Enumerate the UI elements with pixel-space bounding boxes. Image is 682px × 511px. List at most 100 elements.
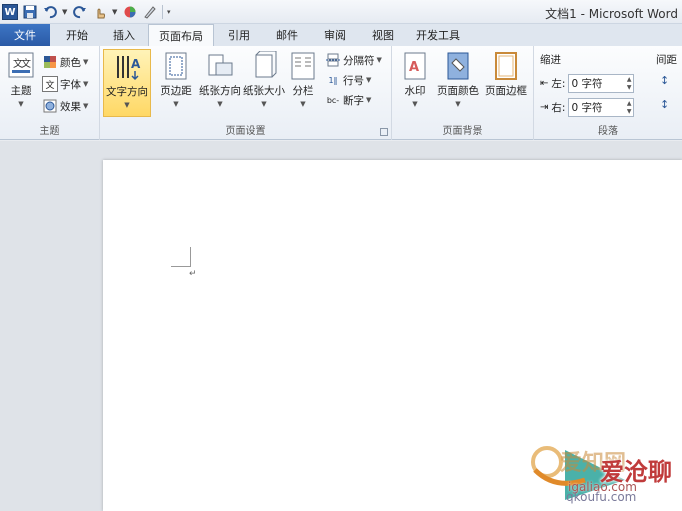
group-page-setup: A 文字方向 ▼ 页边距 ▼ 纸张方向 ▼ 纸张大小 ▼ 分栏 ▼ 分隔符 ▼ xyxy=(100,46,392,140)
margins-dropdown-icon: ▼ xyxy=(173,100,179,108)
columns-button[interactable]: 分栏 ▼ xyxy=(283,49,323,117)
breaks-dropdown-icon: ▼ xyxy=(376,56,382,64)
margins-button[interactable]: 页边距 ▼ xyxy=(153,49,199,117)
svg-text:A: A xyxy=(409,60,419,75)
colors-label: 颜色 xyxy=(60,56,81,69)
effects-icon xyxy=(42,98,58,114)
tab-review[interactable]: 审阅 xyxy=(312,24,358,46)
redo-icon[interactable] xyxy=(72,4,88,20)
tab-references[interactable]: 引用 xyxy=(216,24,262,46)
ribbon-tab-bar: 文件 开始 插入 页面布局 引用 邮件 审阅 视图 开发工具 xyxy=(0,24,682,47)
page-borders-button[interactable]: 页面边框 xyxy=(482,49,530,117)
colors-dropdown-icon: ▼ xyxy=(83,58,89,66)
effects-label: 效果 xyxy=(60,100,81,113)
line-numbers-label: 行号 xyxy=(343,74,364,87)
indent-left-label: 左: xyxy=(551,77,566,90)
tab-mailings[interactable]: 邮件 xyxy=(264,24,310,46)
color-icon[interactable] xyxy=(122,4,138,20)
word-logo-icon[interactable]: W xyxy=(2,4,18,20)
indent-left-input[interactable]: 0 字符 ▲ ▼ xyxy=(568,73,635,93)
orientation-dropdown-icon: ▼ xyxy=(217,100,223,108)
colors-button[interactable]: 颜色 ▼ xyxy=(42,52,88,72)
watermark-dropdown-icon: ▼ xyxy=(412,100,418,108)
text-direction-label: 文字方向 xyxy=(106,86,148,98)
indent-left-value: 0 字符 xyxy=(571,77,603,90)
touch-mode-icon[interactable] xyxy=(92,4,108,20)
toolbar-separator xyxy=(162,5,163,19)
group-theme-label: 主题 xyxy=(39,126,60,137)
group-page-setup-label: 页面设置 xyxy=(225,126,266,137)
themes-button[interactable]: 文文 主题 ▼ xyxy=(2,49,40,117)
svg-text:文: 文 xyxy=(21,57,31,70)
indent-right-input[interactable]: 0 字符 ▲ ▼ xyxy=(568,97,635,117)
themes-dropdown-icon: ▼ xyxy=(18,100,24,108)
indent-left-icon: ⇤ xyxy=(540,77,549,89)
indent-right-icon: ⇥ xyxy=(540,101,549,113)
tab-file[interactable]: 文件 xyxy=(0,24,50,46)
window-title: 文档1 - Microsoft Word xyxy=(545,7,678,21)
hyphenation-dropdown-icon: ▼ xyxy=(366,96,372,104)
size-label: 纸张大小 xyxy=(243,85,285,97)
hyphenation-label: 断字 xyxy=(343,94,364,107)
spacing-before-icon[interactable]: ↕ xyxy=(660,74,669,87)
line-numbers-icon: 1‖ xyxy=(328,75,338,85)
indent-right-spinner-icon[interactable]: ▲ ▼ xyxy=(627,100,632,116)
line-numbers-button[interactable]: 1‖ 行号 ▼ xyxy=(325,70,371,90)
indent-right-value: 0 字符 xyxy=(571,101,603,114)
breaks-label: 分隔符 xyxy=(343,54,375,67)
indent-left-row: ⇤ 左: 0 字符 ▲ ▼ xyxy=(540,72,635,94)
size-button[interactable]: 纸张大小 ▼ xyxy=(241,49,287,117)
breaks-button[interactable]: 分隔符 ▼ xyxy=(325,50,382,70)
text-direction-icon: A xyxy=(117,56,141,81)
page-color-dropdown-icon: ▼ xyxy=(455,100,461,108)
text-direction-button[interactable]: A 文字方向 ▼ xyxy=(103,49,151,117)
watermark-label: 水印 xyxy=(404,85,426,97)
group-page-background-label: 页面背景 xyxy=(442,126,483,137)
hyphenation-icon: bc- xyxy=(326,95,340,105)
tab-insert[interactable]: 插入 xyxy=(102,24,146,46)
customize-icon[interactable]: ▾ xyxy=(167,8,173,16)
breaks-icon xyxy=(325,52,341,68)
page-color-label: 页面颜色 xyxy=(437,85,479,97)
margins-label: 页边距 xyxy=(160,85,192,97)
indent-left-spinner-icon[interactable]: ▲ ▼ xyxy=(627,76,632,92)
save-icon[interactable] xyxy=(22,4,38,20)
page-borders-label: 页面边框 xyxy=(485,85,527,97)
undo-dropdown-icon[interactable]: ▼ xyxy=(62,8,68,16)
fonts-dropdown-icon: ▼ xyxy=(83,80,89,88)
columns-label: 分栏 xyxy=(292,85,314,97)
hyphenation-button[interactable]: bc- 断字 ▼ xyxy=(325,90,372,110)
page-borders-icon xyxy=(495,52,517,80)
group-page-background: A 水印 ▼ 页面颜色 ▼ 页面边框 页面背景 xyxy=(392,46,534,140)
watermark-button[interactable]: A 水印 ▼ xyxy=(394,49,436,117)
columns-icon xyxy=(291,52,315,80)
tab-view[interactable]: 视图 xyxy=(360,24,406,46)
indent-title: 缩进 xyxy=(540,54,561,66)
effects-button[interactable]: 效果 ▼ xyxy=(42,96,88,116)
orientation-icon xyxy=(208,54,233,76)
orientation-button[interactable]: 纸张方向 ▼ xyxy=(197,49,243,117)
title-bar: W ▼ ▼ ▾ 文档1 - Microsoft Word xyxy=(0,0,682,24)
fonts-icon: 文 xyxy=(42,76,58,92)
watermark-icon: A xyxy=(404,52,426,80)
spacing-title: 间距 xyxy=(656,54,677,66)
undo-icon[interactable] xyxy=(42,4,58,20)
group-paragraph-label: 段落 xyxy=(598,126,618,137)
fonts-label: 字体 xyxy=(60,78,81,91)
columns-dropdown-icon: ▼ xyxy=(300,100,306,108)
group-theme: 文文 主题 ▼ 颜色 ▼ 文 字体 ▼ 效果 ▼ 主题 xyxy=(0,46,100,140)
text-direction-dropdown-icon: ▼ xyxy=(124,101,130,109)
tab-developer[interactable]: 开发工具 xyxy=(408,24,468,46)
line-numbers-dropdown-icon: ▼ xyxy=(366,76,372,84)
tab-home[interactable]: 开始 xyxy=(52,24,102,46)
ribbon: 文文 主题 ▼ 颜色 ▼ 文 字体 ▼ 效果 ▼ 主题 A 文字方向 ▼ 页边距… xyxy=(0,46,682,140)
spacing-after-icon[interactable]: ↕ xyxy=(660,98,669,111)
tab-page-layout[interactable]: 页面布局 xyxy=(148,24,214,47)
page-color-button[interactable]: 页面颜色 ▼ xyxy=(436,49,480,117)
themes-label: 主题 xyxy=(10,85,32,97)
touch-dropdown-icon[interactable]: ▼ xyxy=(112,8,118,16)
fonts-button[interactable]: 文 字体 ▼ xyxy=(42,74,88,94)
margin-corner-mark xyxy=(171,247,191,267)
size-icon xyxy=(255,51,277,78)
format-painter-icon[interactable] xyxy=(142,4,158,20)
